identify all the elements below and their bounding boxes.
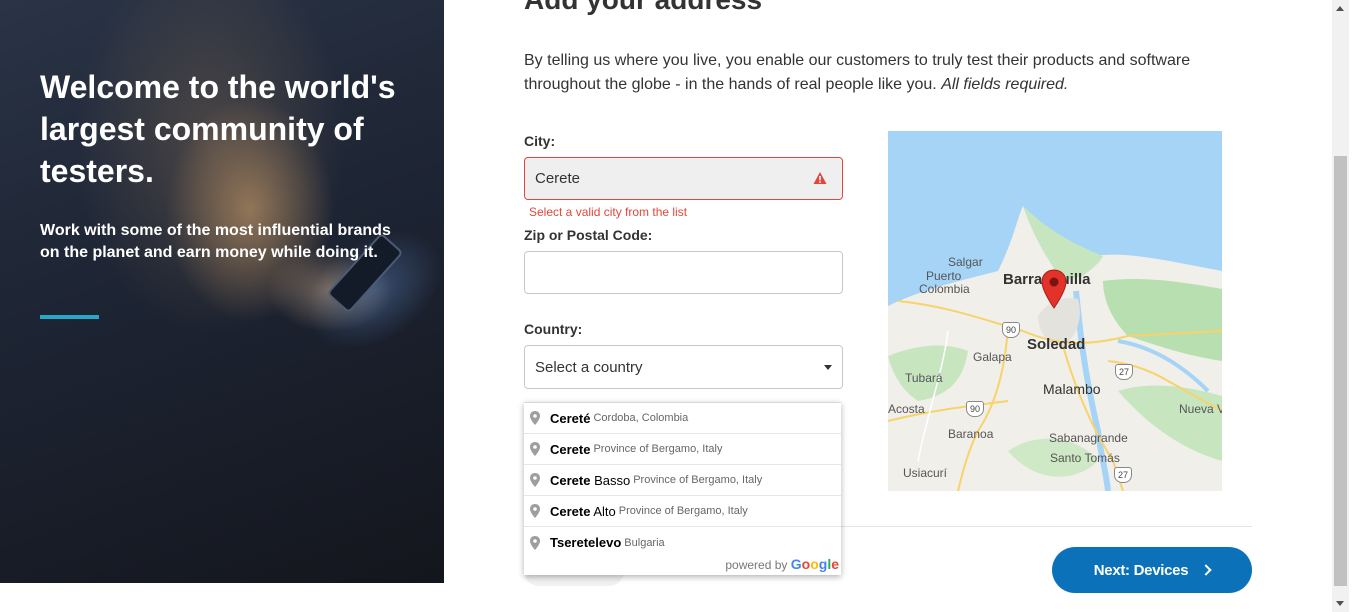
map-label-puerto: Puerto [926,269,962,283]
autocomplete-item[interactable]: Cerete Alto Province of Bergamo, Italy [524,496,841,527]
location-pin-icon [530,442,540,456]
map-label-galapa: Galapa [973,350,1012,364]
autocomplete-item[interactable]: Tseretelevo Bulgaria [524,527,841,558]
powered-by-text: powered by [725,558,788,572]
warning-icon [813,172,827,184]
google-logo: Google [790,556,839,572]
route-27-shield: 27 [1115,364,1133,380]
autocomplete-secondary: Province of Bergamo, Italy [618,505,748,517]
map-label-colombia: Colombia [919,282,970,296]
hero-title: Welcome to the world's largest community… [40,69,396,189]
autocomplete-main: Tseretelevo [550,535,622,550]
city-error-message: Select a valid city from the list [529,205,688,219]
powered-by-google: powered by Google [725,556,839,572]
caret-down-icon [824,365,832,370]
autocomplete-secondary: Bulgaria [624,536,665,549]
map-label-soledad: Soledad [1027,336,1086,353]
zip-input[interactable] [524,251,843,294]
intro-required: All fields required. [941,76,1069,93]
autocomplete-main: Cerete [550,441,591,457]
autocomplete-main: Cereté [550,410,591,426]
map-label-acosta: Acosta [888,402,925,416]
next-button-label: Next: Devices [1093,561,1189,579]
route-90-shield: 90 [1002,322,1020,338]
route-90-shield: 90 [966,401,984,417]
intro-text: By telling us where you live, you enable… [524,49,1224,97]
autocomplete-item[interactable]: Cerete Province of Bergamo, Italy [524,434,841,465]
next-devices-button[interactable]: Next: Devices [1052,547,1252,593]
map-pin-marker-icon[interactable] [1041,269,1067,309]
location-map[interactable]: Salgar Puerto Colombia Barranquilla Sole… [888,131,1222,491]
scrollbar-thumb[interactable] [1334,156,1347,586]
page-scrollbar[interactable] [1332,0,1349,612]
map-label-tubara: Tubará [905,371,943,385]
hero-panel: Welcome to the world's largest community… [0,0,444,583]
route-27-shield: 27 [1114,467,1132,483]
country-select-value: Select a country [535,359,643,376]
autocomplete-secondary: Province of Bergamo, Italy [633,474,763,486]
city-autocomplete-dropdown: Cereté Cordoba, Colombia Cerete Province… [524,402,841,575]
scroll-up-arrow-icon[interactable] [1336,6,1344,11]
hero-accent-bar [40,315,99,319]
hero-subtitle: Work with some of the most influential b… [40,222,391,261]
autocomplete-main: Cerete Basso [550,472,631,488]
location-pin-icon [530,411,540,425]
scroll-down-arrow-icon[interactable] [1336,601,1344,606]
autocomplete-item[interactable]: Cereté Cordoba, Colombia [524,403,841,434]
autocomplete-secondary: Cordoba, Colombia [593,412,689,424]
map-label-sabanagrande: Sabanagrande [1049,431,1128,445]
autocomplete-secondary: Province of Bergamo, Italy [593,443,723,455]
autocomplete-main: Cerete Alto [550,503,616,519]
autocomplete-item[interactable]: Cerete Basso Province of Bergamo, Italy [524,465,841,496]
map-label-usiacuri: Usiacurí [903,466,948,480]
chevron-right-icon [1200,564,1212,576]
page-title: Add your address [524,0,762,16]
intro-main: By telling us where you live, you enable… [524,52,1191,93]
city-input[interactable] [524,157,843,200]
location-pin-icon [530,504,540,518]
map-label-salgar: Salgar [948,255,983,269]
city-label: City: [524,133,556,149]
location-pin-icon [530,473,540,487]
map-label-santo-tomas: Santo Tomás [1050,451,1120,465]
map-label-nueva: Nueva V [1179,402,1222,416]
location-pin-icon [530,535,540,550]
map-label-malambo: Malambo [1043,381,1101,397]
country-label: Country: [524,321,583,337]
country-select[interactable]: Select a country [524,345,843,389]
zip-label: Zip or Postal Code: [524,227,653,243]
map-label-baranoa: Baranoa [948,427,994,441]
